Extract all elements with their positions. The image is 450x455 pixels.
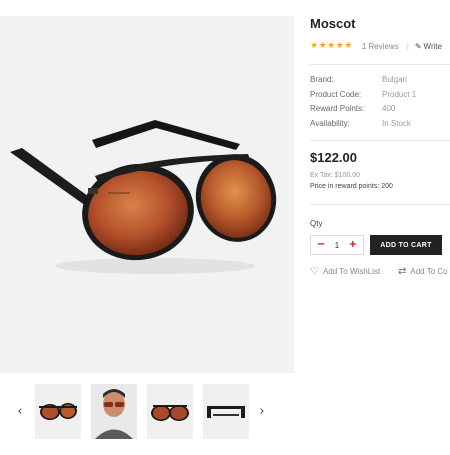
divider: [310, 64, 450, 65]
chevron-right-icon[interactable]: ›: [254, 402, 270, 422]
add-to-cart-button[interactable]: ADD TO CART: [370, 235, 442, 255]
thumbnail-1[interactable]: [35, 384, 81, 439]
rating-row: ★★★★★ 1 Reviews | ✎ Write: [310, 40, 442, 52]
meta-value: In Stock: [382, 119, 411, 128]
thumbnail-strip: ‹ ›: [0, 384, 294, 440]
meta-row-brand: Brand: Bulgari: [310, 75, 450, 86]
star-icon: ★★★★★: [310, 41, 353, 51]
product-actions: ♡ Add To WishList ⇄ Add To Co: [310, 266, 450, 280]
product-title: Moscot: [310, 16, 356, 31]
pencil-icon: ✎: [414, 41, 422, 51]
main-product-image[interactable]: [0, 16, 294, 373]
meta-label: Availability:: [310, 119, 350, 128]
sunglasses-illustration: [10, 120, 277, 274]
reviews-link[interactable]: 1 Reviews: [362, 42, 399, 51]
wishlist-label: Add To WishList: [322, 267, 381, 276]
plus-icon[interactable]: +: [349, 240, 357, 250]
heart-icon: ♡: [310, 266, 319, 277]
meta-label: Product Code:: [310, 90, 362, 99]
thumbnail-3[interactable]: [147, 384, 193, 439]
product-price: $122.00: [310, 150, 357, 165]
meta-label: Brand:: [310, 75, 334, 84]
write-review-label: Write: [423, 41, 443, 51]
meta-value: 400: [382, 104, 396, 113]
compare-label: Add To Co: [410, 267, 448, 276]
quantity-input[interactable]: 1: [335, 241, 339, 250]
compare-icon: ⇄: [398, 266, 407, 277]
meta-label: Reward Points:: [310, 104, 365, 113]
ex-tax-price: Ex Tax: $100.00: [310, 172, 361, 179]
meta-value: Product 1: [382, 90, 417, 99]
thumbnail-4[interactable]: [203, 384, 249, 439]
meta-row-availability: Availability: In Stock: [310, 119, 450, 130]
divider: [310, 204, 450, 205]
thumbnail-2[interactable]: [91, 384, 137, 439]
add-to-compare-link[interactable]: ⇄ Add To Co: [398, 266, 448, 277]
meta-row-code: Product Code: Product 1: [310, 90, 450, 101]
separator: |: [406, 41, 409, 51]
add-to-wishlist-link[interactable]: ♡ Add To WishList: [310, 266, 380, 277]
brand-link[interactable]: Bulgari: [382, 75, 407, 84]
chevron-left-icon[interactable]: ‹: [12, 402, 28, 422]
divider: [310, 140, 450, 141]
minus-icon[interactable]: −: [317, 240, 325, 250]
quantity-stepper: − 1 +: [310, 235, 364, 255]
meta-row-reward: Reward Points: 400: [310, 104, 450, 115]
qty-label: Qty: [310, 219, 323, 228]
write-review-link[interactable]: ✎ Write: [415, 42, 442, 51]
reward-points-price: Price in reward points: 200: [310, 183, 393, 190]
